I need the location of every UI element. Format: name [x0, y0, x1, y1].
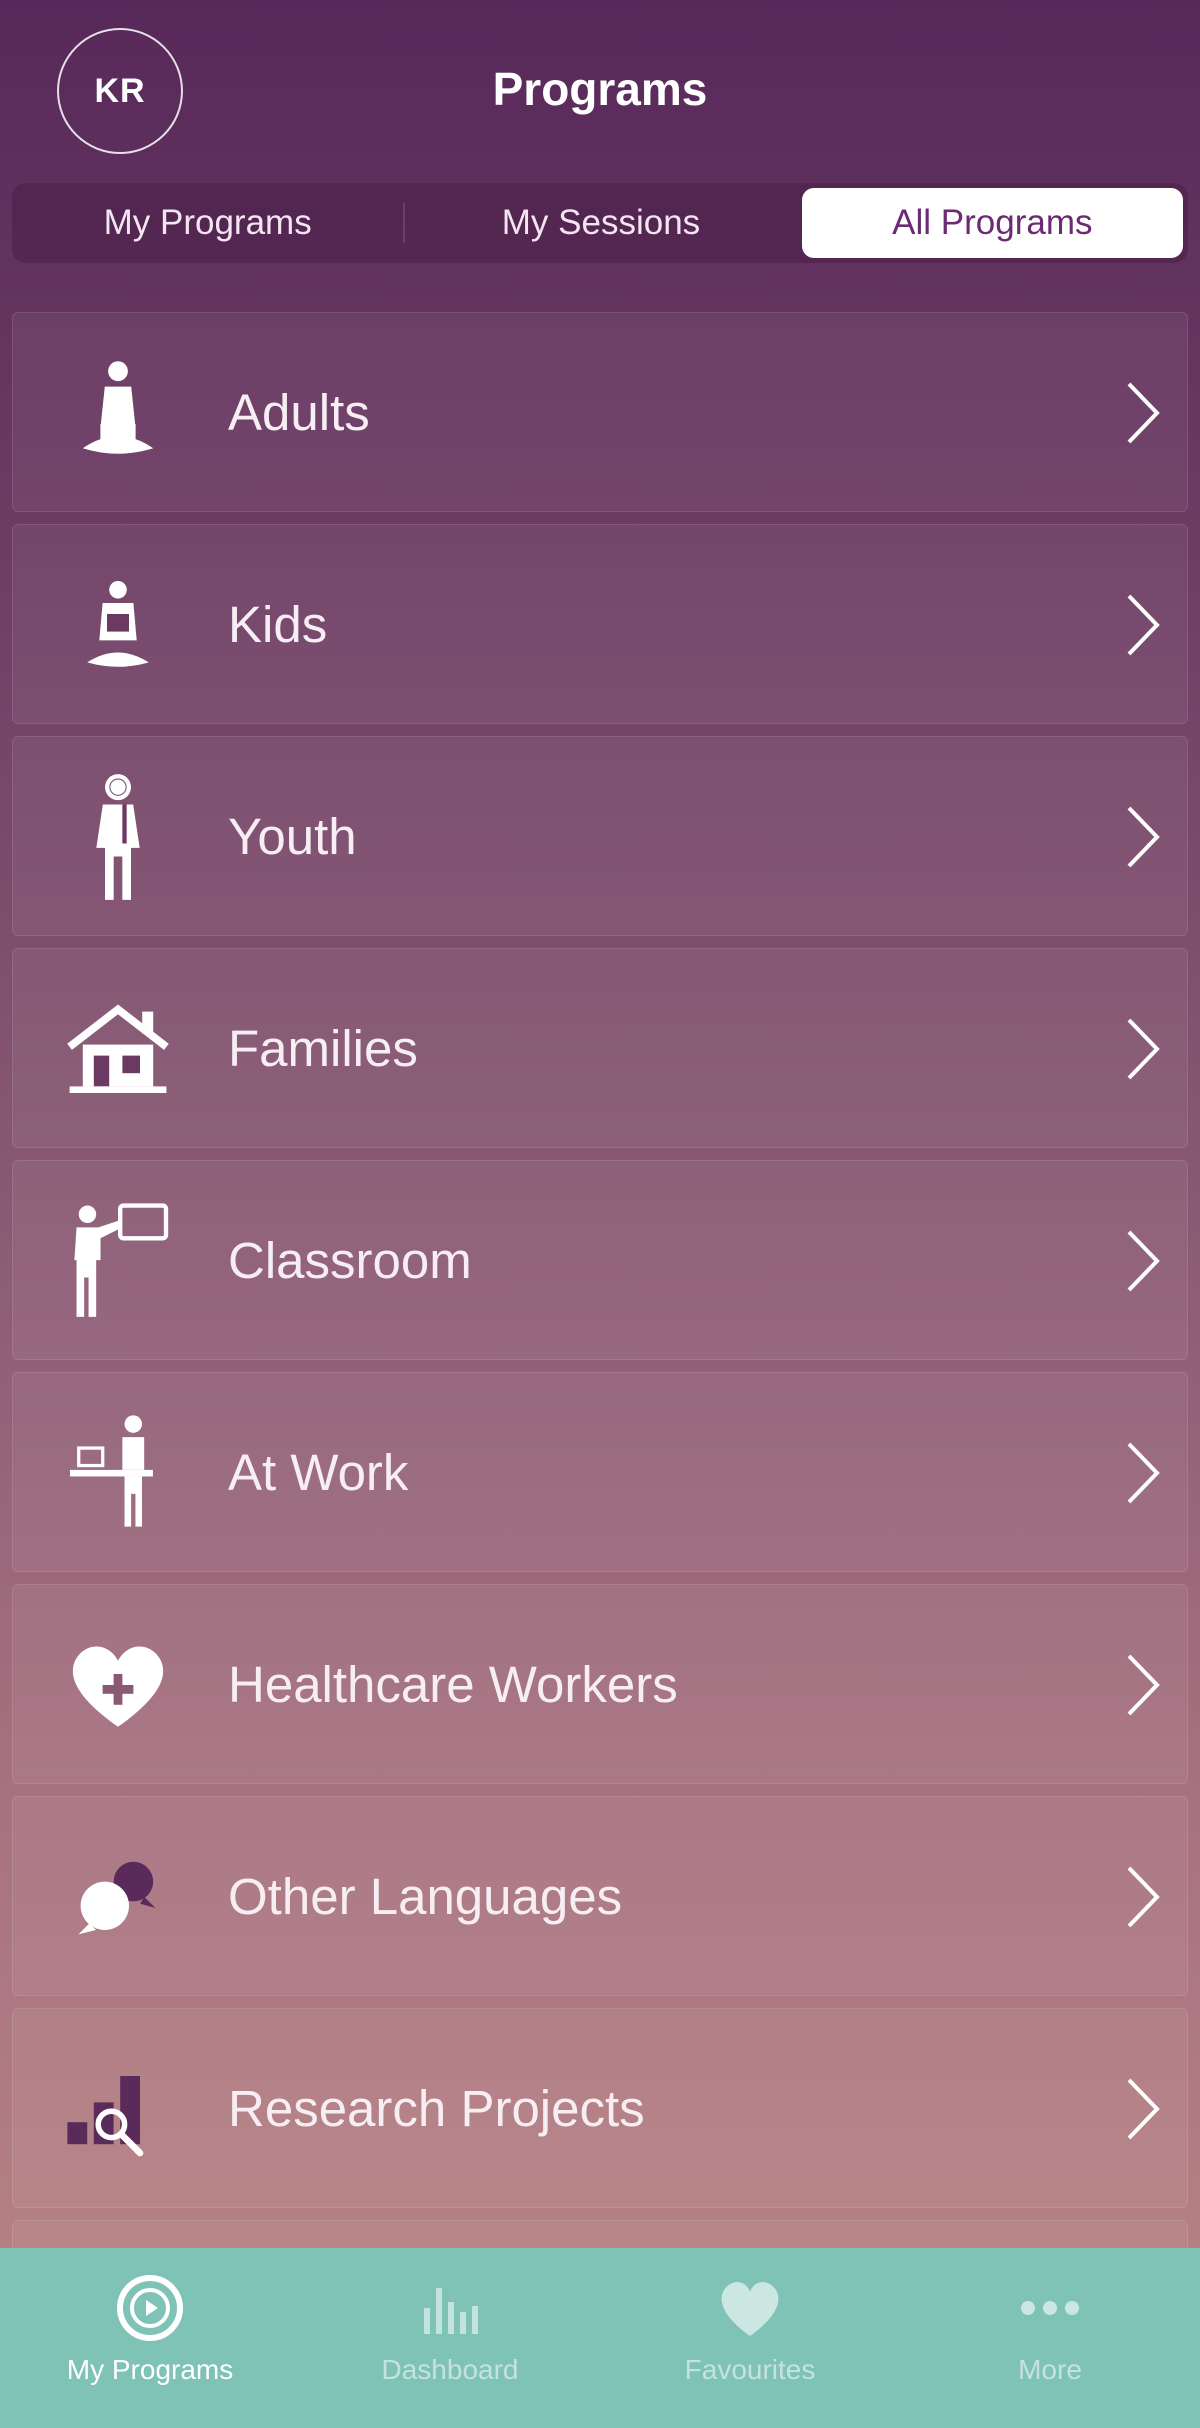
tab-dashboard[interactable]: Dashboard: [300, 2248, 600, 2428]
program-row-research-projects[interactable]: Research Projects: [12, 2008, 1188, 2208]
desk-worker-icon: [70, 1415, 153, 1527]
program-label: Research Projects: [228, 2080, 645, 2137]
program-row-classroom[interactable]: Classroom: [12, 1160, 1188, 1360]
program-label: At Work: [228, 1444, 409, 1501]
house-icon: [67, 1004, 169, 1093]
tab-label: My Programs: [66, 2354, 234, 2385]
tab-my-programs[interactable]: My Programs: [0, 2248, 300, 2428]
meditating-kid-icon: [87, 581, 149, 667]
page-title: Programs: [492, 63, 708, 115]
chevron-right-icon: [1127, 594, 1160, 656]
chevron-right-icon: [1127, 2078, 1160, 2140]
program-label: Classroom: [228, 1232, 472, 1289]
program-row-at-work[interactable]: At Work: [12, 1372, 1188, 1572]
tab-favourites[interactable]: Favourites: [600, 2248, 900, 2428]
program-row-youth[interactable]: Youth: [12, 736, 1188, 936]
tab-label: More: [1018, 2354, 1082, 2385]
chevron-right-icon: [1127, 1230, 1160, 1292]
bars-icon: [424, 2288, 478, 2334]
tab-more[interactable]: More: [900, 2248, 1200, 2428]
program-label: Adults: [228, 384, 370, 441]
chevron-right-icon: [1127, 1654, 1160, 1716]
program-label: Healthcare Workers: [228, 1656, 678, 1713]
segmented-control: My Programs My Sessions All Programs: [12, 183, 1188, 263]
program-label: Kids: [228, 596, 328, 653]
program-row-families[interactable]: Families: [12, 948, 1188, 1148]
speech-bubbles-icon: [78, 1861, 156, 1935]
program-label: Youth: [228, 808, 357, 865]
program-row-healthcare-workers[interactable]: Healthcare Workers: [12, 1584, 1188, 1784]
segment-my-programs[interactable]: My Programs: [17, 188, 398, 258]
bottom-tab-bar: My Programs Dashboard Favourites More: [0, 2248, 1200, 2428]
heart-plus-icon: [72, 1646, 164, 1727]
more-dots-icon: [1021, 2301, 1079, 2315]
segment-divider: [403, 203, 406, 243]
chevron-right-icon: [1127, 1018, 1160, 1080]
play-circle-icon: [117, 2275, 183, 2341]
program-row-adults[interactable]: Adults: [12, 312, 1188, 512]
heart-icon: [721, 2281, 779, 2336]
segment-my-sessions[interactable]: My Sessions: [410, 188, 791, 258]
program-row-other-languages[interactable]: Other Languages: [12, 1796, 1188, 1996]
chevron-right-icon: [1127, 382, 1160, 444]
program-row-kids[interactable]: Kids: [12, 524, 1188, 724]
segment-all-programs[interactable]: All Programs: [801, 188, 1183, 258]
program-label: Families: [228, 1020, 418, 1077]
app-header: KR Programs: [0, 0, 1200, 180]
chevron-right-icon: [1127, 1866, 1160, 1928]
chevron-right-icon: [1127, 1442, 1160, 1504]
chart-magnifier-icon: [67, 2076, 144, 2157]
teacher-board-icon: [74, 1203, 169, 1317]
tab-label: Dashboard: [381, 2354, 519, 2385]
teen-with-headphones-icon: [96, 774, 140, 900]
meditating-adult-icon: [82, 361, 154, 454]
tab-label: Favourites: [684, 2354, 816, 2385]
chevron-right-icon: [1127, 806, 1160, 868]
program-label: Other Languages: [228, 1868, 623, 1925]
